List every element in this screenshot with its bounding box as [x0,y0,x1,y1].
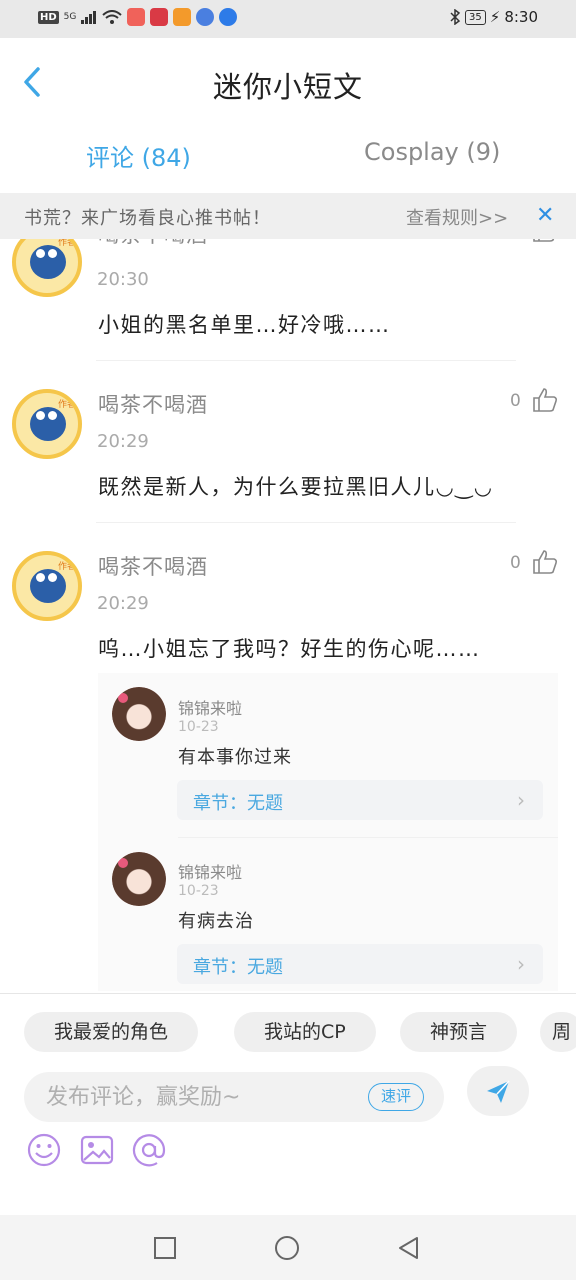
send-icon [487,1080,510,1103]
avatar[interactable] [112,852,166,906]
send-button[interactable] [467,1066,529,1116]
comment-author[interactable]: 喝茶不喝酒 [98,389,208,419]
tab-cosplay[interactable]: Cosplay (9) [364,138,500,166]
back-icon[interactable] [396,1235,422,1261]
comment-text: 呜…小姐忘了我吗？好生的伤心呢…… [98,637,481,661]
bluetooth-icon [450,9,461,25]
comment-text: 既然是新人，为什么要拉黑旧人儿◡‿◡ [98,475,494,499]
status-left: HD 5G [38,8,238,26]
app-notification-icon [127,8,146,26]
chevron-right-icon: › [517,788,525,812]
view-rules-link[interactable]: 查看规则>> [406,204,508,230]
page-title: 迷你小短文 [212,70,363,104]
reply-author[interactable]: 锦锦来啦 [178,859,242,883]
comment-time: 20:30 [97,269,149,290]
signal-icon [81,11,97,24]
comment-text: 小姐的黑名单里…好冷哦…… [98,313,391,337]
app-notification-icon [219,8,238,26]
wifi-icon [102,10,123,24]
comment-item: 作者 喝茶不喝酒 0 20:29 既然是新人，为什么要拉黑旧人儿◡‿◡ [0,367,576,527]
comment-author[interactable]: 喝茶不喝酒 [98,551,208,581]
close-icon[interactable]: ✕ [536,203,554,228]
comment-item: 作者 喝茶不喝酒 0 20:29 呜…小姐忘了我吗？好生的伤心呢…… [0,529,576,689]
reply-date: 10-23 [178,883,219,899]
like-count: 0 [510,391,521,411]
author-tag: 作者 [57,400,76,410]
charging-icon: ⚡ [489,8,501,26]
status-bar: HD 5G 35 ⚡ 8:30 [0,0,576,38]
comment-input[interactable] [46,1080,346,1114]
thumbs-up-icon[interactable] [532,239,558,243]
tab-comments[interactable]: 评论 (84) [86,138,191,173]
app-notification-icon [196,8,215,26]
clock: 8:30 [504,8,538,26]
comment-list[interactable]: 作者 喝茶不喝酒 0 20:30 小姐的黑名单里…好冷哦…… 作者 喝茶不喝酒 … [0,239,576,991]
reply-text: 有病去治 [178,911,254,932]
author-tag: 作者 [57,562,76,572]
chapter-label: 章节：无题 [193,957,283,978]
avatar[interactable]: 作者 [12,239,82,297]
thumbs-up-icon[interactable] [532,549,558,575]
comment-time: 20:29 [97,593,149,614]
emoji-icon[interactable] [26,1132,62,1168]
chapter-link[interactable]: 章节：无题 › [177,780,543,820]
app-notification-icon [150,8,169,26]
comment-composer: 我最爱的角色 我站的CP 神预言 周 速评 [0,993,576,1215]
like-count: 0 [510,239,521,241]
network-type: 5G [63,12,77,22]
home-icon[interactable] [274,1235,300,1261]
topic-chip-more[interactable]: 周 [540,1012,576,1052]
reply-author[interactable]: 锦锦来啦 [178,695,242,719]
hd-badge: HD [38,10,59,24]
like-count: 0 [510,553,521,573]
author-tag: 作者 [57,239,76,248]
battery-icon: 35 [465,9,486,25]
divider [178,837,558,838]
chapter-label: 章节：无题 [193,793,283,814]
notice-text: 书荒？来广场看良心推书帖！ [24,208,271,229]
status-right: 35 ⚡ 8:30 [449,8,538,26]
comment-item: 作者 喝茶不喝酒 0 20:30 小姐的黑名单里…好冷哦…… [0,239,576,365]
divider [96,522,516,523]
thumbs-up-icon[interactable] [532,387,558,413]
tab-bar: 评论 (84) Cosplay (9) [0,126,576,186]
image-icon[interactable] [79,1132,115,1168]
notice-banner[interactable]: 书荒？来广场看良心推书帖！ 查看规则>> ✕ [0,193,576,239]
mention-icon[interactable] [131,1132,167,1168]
avatar[interactable]: 作者 [12,389,82,459]
topic-chip-favorite-character[interactable]: 我最爱的角色 [24,1012,199,1052]
reply-date: 10-23 [178,719,219,735]
quick-comment-button[interactable]: 速评 [367,1083,424,1111]
avatar[interactable] [112,687,166,741]
recent-apps-icon[interactable] [152,1235,178,1261]
app-header: 迷你小短文 [0,38,576,126]
comment-author[interactable]: 喝茶不喝酒 [98,239,208,249]
topic-chip-prophecy[interactable]: 神预言 [400,1012,518,1052]
topic-chip-cp[interactable]: 我站的CP [234,1012,376,1052]
divider [96,360,516,361]
avatar[interactable]: 作者 [12,551,82,621]
chapter-link[interactable]: 章节：无题 › [177,944,543,984]
comment-time: 20:29 [97,431,149,452]
comment-input-box[interactable]: 速评 [24,1072,444,1122]
chevron-right-icon: › [517,952,525,976]
reply-text: 有本事你过来 [178,747,292,768]
system-nav-bar [0,1215,576,1280]
app-notification-icon [173,8,192,26]
